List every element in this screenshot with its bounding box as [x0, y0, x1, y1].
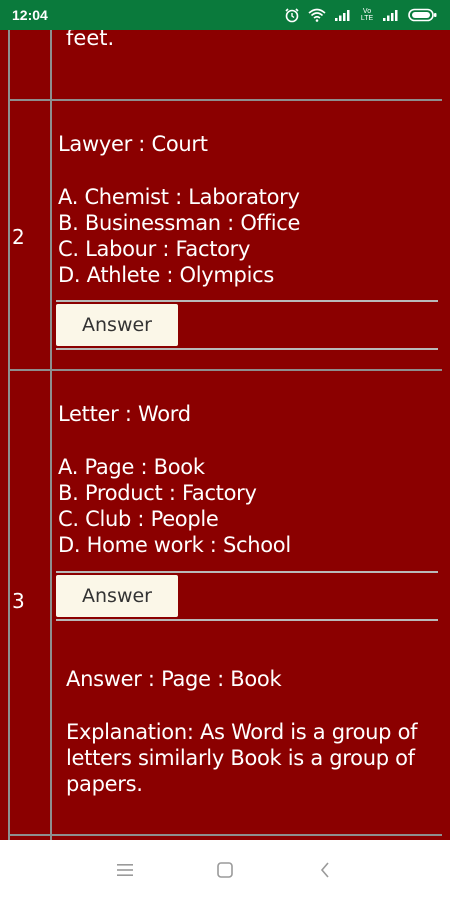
navigation-bar: [0, 840, 450, 900]
option-d: D. Athlete : Olympics: [58, 263, 274, 287]
menu-icon: [117, 864, 133, 876]
menu-button[interactable]: [110, 855, 140, 885]
volte-icon: Vo LTE: [360, 8, 374, 22]
option-c: C. Labour : Factory: [58, 237, 251, 261]
back-button[interactable]: [310, 855, 340, 885]
answer-button[interactable]: Answer: [56, 304, 178, 346]
screen: 12:04 Vo LTE feet. 2 Lawyer: Court A. C…: [0, 0, 450, 900]
back-icon: [320, 862, 329, 878]
signal-icon: [382, 8, 400, 22]
signal-icon: [334, 8, 352, 22]
answer-bar: Answer: [56, 300, 438, 350]
answer-button[interactable]: Answer: [56, 575, 178, 617]
row-divider: [8, 99, 442, 101]
question-text: Lawyer : Court: [58, 132, 208, 156]
home-button[interactable]: [210, 855, 240, 885]
row-divider: [8, 834, 442, 836]
explanation-text: Explanation: As Word is a group of lette…: [66, 720, 418, 796]
status-bar: 12:04 Vo LTE: [0, 0, 450, 30]
option-b: B. Businessman : Office: [58, 211, 301, 235]
home-icon: [217, 862, 233, 878]
row-number: 3: [12, 589, 25, 613]
answer-bar: Answer: [56, 571, 438, 621]
option-b: B. Product : Factory: [58, 481, 257, 505]
status-time: 12:04: [12, 7, 48, 23]
table-border-left: [8, 30, 10, 840]
explanation-text: feet.: [66, 30, 115, 50]
question-text: Letter : Word: [58, 402, 191, 426]
status-icons: Vo LTE: [284, 7, 438, 23]
question-text-partial: feet.: [66, 30, 114, 50]
quiz-table[interactable]: feet. 2 Lawyer : Court A. Chemist : Labo…: [0, 30, 450, 840]
row-divider: [8, 369, 442, 371]
option-c: C. Club : People: [58, 507, 219, 531]
answer-text: Answer : Page : Book: [66, 667, 282, 691]
row-number: 2: [12, 225, 25, 249]
battery-icon: [408, 8, 438, 22]
alarm-icon: [284, 7, 300, 23]
option-d: D. Home work : School: [58, 533, 291, 557]
option-a: A. Page : Book: [58, 455, 205, 479]
option-a: A. Chemist : Laboratory: [58, 185, 300, 209]
wifi-icon: [308, 8, 326, 22]
table-border-divider: [50, 30, 52, 840]
